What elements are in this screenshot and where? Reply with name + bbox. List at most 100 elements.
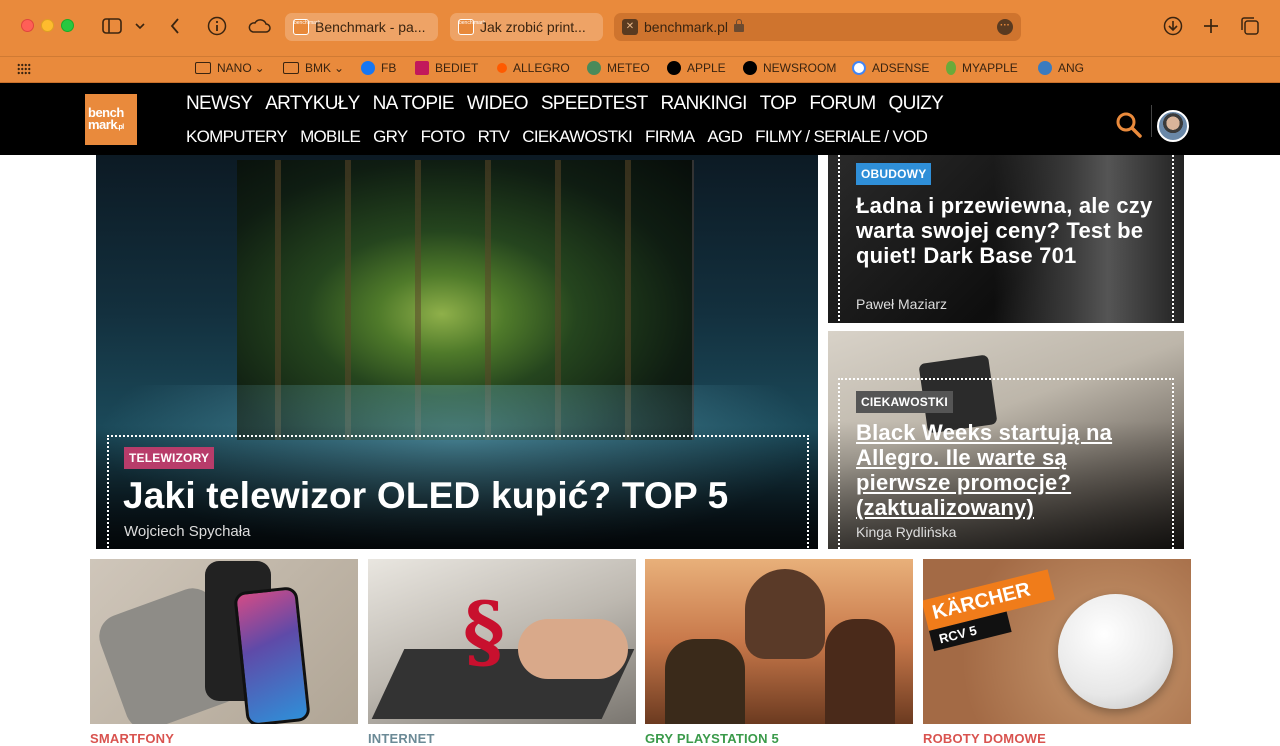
- lock-icon: [734, 19, 745, 32]
- category-label: GRY PLAYSTATION 5: [645, 731, 779, 746]
- more-options-icon[interactable]: ···: [997, 19, 1013, 35]
- article-author[interactable]: Paweł Maziarz: [856, 296, 947, 312]
- side-article[interactable]: OBUDOWY Ładna i przewiewna, ale czy wart…: [828, 155, 1184, 323]
- nav-top[interactable]: TOP: [760, 93, 797, 115]
- bookmark-ang[interactable]: ANG: [1038, 61, 1084, 75]
- bookmark-meteo[interactable]: METEO: [587, 61, 650, 75]
- bookmark-myapple[interactable]: MYAPPLE: [946, 61, 1018, 75]
- bookmark-bediet[interactable]: BEDIET: [415, 61, 478, 75]
- nav-filmy-seriale-vod[interactable]: FILMY / SERIALE / VOD: [755, 127, 928, 147]
- thumb-gry-playstation-5[interactable]: [645, 559, 913, 724]
- bookmark-adsense[interactable]: ADSENSE: [852, 61, 929, 75]
- thumb-internet[interactable]: §: [368, 559, 636, 724]
- tab-address-bar[interactable]: ✕ benchmark.pl ···: [614, 13, 1021, 41]
- nav-wideo[interactable]: WIDEO: [467, 93, 529, 115]
- nav-foto[interactable]: FOTO: [421, 127, 466, 147]
- nav-firma[interactable]: FIRMA: [645, 127, 695, 147]
- plus-icon[interactable]: [1200, 14, 1222, 38]
- paragraph-icon: §: [463, 584, 505, 678]
- side-article[interactable]: CIEKAWOSTKI Black Weeks startują na Alle…: [828, 331, 1184, 549]
- tab-label: Benchmark - pa...: [315, 19, 426, 35]
- hero-title[interactable]: Jaki telewizor OLED kupić? TOP 5: [123, 475, 728, 517]
- folder-icon: [195, 62, 211, 74]
- primary-nav: NEWSY ARTYKUŁY NA TOPIE WIDEO SPEEDTEST …: [186, 93, 956, 115]
- hero-author[interactable]: Wojciech Spychała: [124, 523, 250, 540]
- nav-speedtest[interactable]: SPEEDTEST: [541, 93, 648, 115]
- nav-newsy[interactable]: NEWSY: [186, 93, 253, 115]
- nav-komputery[interactable]: KOMPUTERY: [186, 127, 288, 147]
- tab-benchmark[interactable]: bench mark Benchmark - pa...: [285, 13, 438, 41]
- sidebar-icon[interactable]: [101, 14, 123, 38]
- nav-agd[interactable]: AGD: [707, 127, 742, 147]
- url-text: benchmark.pl: [644, 19, 729, 35]
- nav-na-topie[interactable]: NA TOPIE: [373, 93, 455, 115]
- category-roboty-domowe[interactable]: ROBOTY DOMOWE: [923, 731, 1046, 746]
- bookmark-newsroom[interactable]: NEWSROOM: [743, 61, 836, 75]
- benchmark-favicon-icon: bench mark: [293, 19, 320, 35]
- tabs-overview-icon[interactable]: [1239, 14, 1261, 38]
- myapple-icon: [946, 61, 956, 75]
- bediet-icon: [415, 61, 429, 75]
- hand-image: [518, 619, 628, 679]
- category-smartfony[interactable]: SMARTFONY: [90, 731, 174, 746]
- category-badge[interactable]: TELEWIZORY: [124, 447, 215, 469]
- nav-mobile[interactable]: MOBILE: [300, 127, 361, 147]
- grid-icon[interactable]: [17, 63, 31, 75]
- benchmark-favicon-icon: bench mark: [458, 19, 485, 35]
- nav-gry[interactable]: GRY: [373, 127, 408, 147]
- nav-rtv[interactable]: RTV: [478, 127, 510, 147]
- nav-forum[interactable]: FORUM: [809, 93, 876, 115]
- bookmark-bmk[interactable]: BMK ⌄: [283, 61, 344, 75]
- close-tab-icon[interactable]: ✕: [622, 19, 638, 35]
- facebook-icon: [361, 61, 375, 75]
- info-icon[interactable]: [206, 14, 228, 38]
- divider: [1151, 105, 1152, 137]
- benchmark-logo[interactable]: bench mark.pl: [85, 94, 137, 145]
- category-label: ROBOTY DOMOWE: [923, 731, 1046, 746]
- nav-artykuly[interactable]: ARTYKUŁY: [265, 93, 360, 115]
- bookmark-label: ANG: [1058, 61, 1085, 75]
- bookmark-fb[interactable]: FB: [361, 61, 396, 75]
- category-badge[interactable]: CIEKAWOSTKI: [856, 391, 953, 413]
- thumb-smartfony[interactable]: [90, 559, 358, 724]
- bookmark-label: FB: [381, 61, 397, 75]
- robot-vacuum-image: [1058, 594, 1173, 709]
- thumb-roboty-domowe[interactable]: KÄRCHER RCV 5: [923, 559, 1191, 724]
- chevron-down-icon: ⌄: [254, 61, 265, 75]
- apple-icon: [743, 61, 757, 75]
- maximize-window-button[interactable]: [61, 19, 74, 32]
- bookmark-label: BEDIET: [435, 61, 479, 75]
- chevron-down-icon[interactable]: [134, 14, 146, 38]
- cloud-icon[interactable]: [246, 14, 272, 38]
- nav-rankingi[interactable]: RANKINGI: [660, 93, 747, 115]
- category-internet[interactable]: INTERNET: [368, 731, 435, 746]
- bookmark-nano[interactable]: NANO ⌄: [195, 61, 265, 75]
- logo-suffix: .pl: [117, 124, 124, 131]
- close-window-button[interactable]: [21, 19, 34, 32]
- bookmark-label: MYAPPLE: [962, 61, 1018, 75]
- search-icon[interactable]: [1116, 112, 1142, 138]
- ang-icon: [1038, 61, 1052, 75]
- nav-quizy[interactable]: QUIZY: [889, 93, 944, 115]
- category-badge[interactable]: OBUDOWY: [856, 163, 932, 185]
- chevron-down-icon: ⌄: [334, 61, 345, 75]
- article-author[interactable]: Kinga Rydlińska: [856, 524, 956, 540]
- hero-article[interactable]: TELEWIZORY Jaki telewizor OLED kupić? TO…: [96, 155, 818, 549]
- bookmarks-bar: NANO ⌄ BMK ⌄ FB BEDIET ALLEGRO METEO APPLE…: [0, 56, 1280, 80]
- article-title[interactable]: Black Weeks startują na Allegro. Ile war…: [856, 420, 1156, 520]
- nav-ciekawostki[interactable]: CIEKAWOSTKI: [522, 127, 632, 147]
- bookmark-apple[interactable]: APPLE: [667, 61, 726, 75]
- meteo-icon: [587, 61, 601, 75]
- site-header: bench mark.pl NEWSY ARTYKUŁY NA TOPIE WI…: [0, 83, 1280, 155]
- article-title[interactable]: Ładna i przewiewna, ale czy warta swojej…: [856, 193, 1156, 268]
- minimize-window-button[interactable]: [41, 19, 54, 32]
- back-icon[interactable]: [166, 14, 184, 38]
- tab-jak-zrobic-print[interactable]: bench mark Jak zrobić print...: [450, 13, 603, 41]
- category-gry-playstation-5[interactable]: GRY PLAYSTATION 5: [645, 731, 779, 746]
- avatar[interactable]: [1157, 110, 1189, 142]
- download-icon[interactable]: [1162, 14, 1184, 38]
- bookmark-label: ADSENSE: [872, 61, 930, 75]
- bookmark-allegro[interactable]: ALLEGRO: [497, 61, 570, 75]
- karcher-badge: KÄRCHER RCV 5: [923, 569, 1065, 668]
- bookmark-label: METEO: [607, 61, 650, 75]
